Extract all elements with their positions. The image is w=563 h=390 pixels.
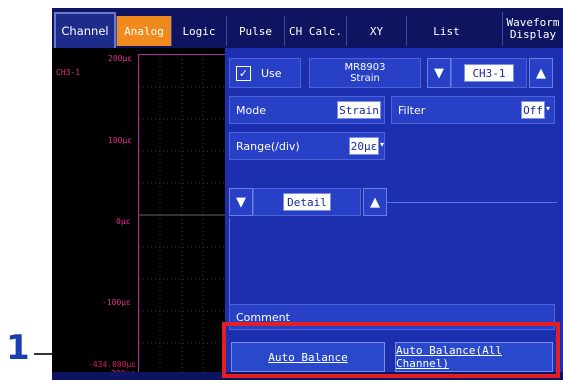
triangle-up-icon: ▲ (536, 65, 546, 81)
module-info: MR8903 Strain (309, 58, 421, 88)
callout-highlight (222, 322, 560, 378)
channel-prev-button[interactable]: ▼ (427, 58, 451, 88)
tab-channel[interactable]: Channel (54, 12, 116, 48)
range-dropdown-icon: ▾ (380, 140, 385, 149)
callout-number: 1 (6, 328, 30, 368)
waveform-grid (138, 54, 226, 376)
channel-display: CH3-1 (451, 58, 527, 88)
tab-list[interactable]: List (406, 16, 486, 46)
tab-bar: Channel Analog Logic Pulse CH Calc. XY L… (52, 8, 563, 48)
detail-next-button[interactable]: ▲ (363, 188, 387, 216)
filter-select[interactable]: Off (521, 101, 545, 119)
tab-waveform-display[interactable]: Waveform Display (502, 12, 563, 46)
scale-label: 200µε (108, 54, 133, 63)
filter-dropdown-icon: ▾ (546, 104, 551, 113)
detail-value: Detail (283, 193, 331, 211)
detail-frame (229, 218, 230, 304)
tab-pulse[interactable]: Pulse (226, 16, 284, 46)
triangle-down-icon: ▼ (434, 65, 444, 81)
mode-label: Mode (236, 103, 266, 117)
tab-analog[interactable]: Analog (116, 16, 171, 46)
tab-xy[interactable]: XY (346, 16, 406, 46)
scale-label: 100µε (108, 136, 133, 145)
waveform-channel-label: CH3-1 (56, 68, 81, 77)
module-type: Strain (350, 73, 380, 84)
scale-label: -100µε (102, 298, 131, 307)
detail-divider (387, 202, 557, 203)
channel-next-button[interactable]: ▲ (529, 58, 553, 88)
range-label: Range(/div) (236, 139, 300, 153)
mode-select[interactable]: Strain (337, 101, 381, 119)
range-select[interactable]: 20µε (349, 137, 379, 155)
filter-label: Filter (398, 103, 426, 117)
cursor-value: -434.080µε (88, 360, 137, 369)
module-name: MR8903 (344, 62, 386, 73)
tab-ch-calc[interactable]: CH Calc. (284, 16, 346, 46)
detail-display: Detail (253, 188, 361, 216)
detail-prev-button[interactable]: ▼ (229, 188, 253, 216)
use-label: Use (261, 66, 282, 80)
waveform-view: CH3-1 200µε 100µε 0µε -100µε -434.080µε … (52, 48, 226, 380)
check-icon: ✓ (236, 65, 251, 81)
grid-lines (139, 55, 225, 375)
scale-label: 0µε (116, 217, 131, 226)
channel-value: CH3-1 (464, 64, 514, 82)
tab-logic[interactable]: Logic (171, 16, 226, 46)
triangle-up-icon: ▲ (370, 194, 380, 210)
triangle-down-icon: ▼ (236, 194, 246, 210)
use-toggle[interactable]: ✓ Use (229, 58, 301, 88)
